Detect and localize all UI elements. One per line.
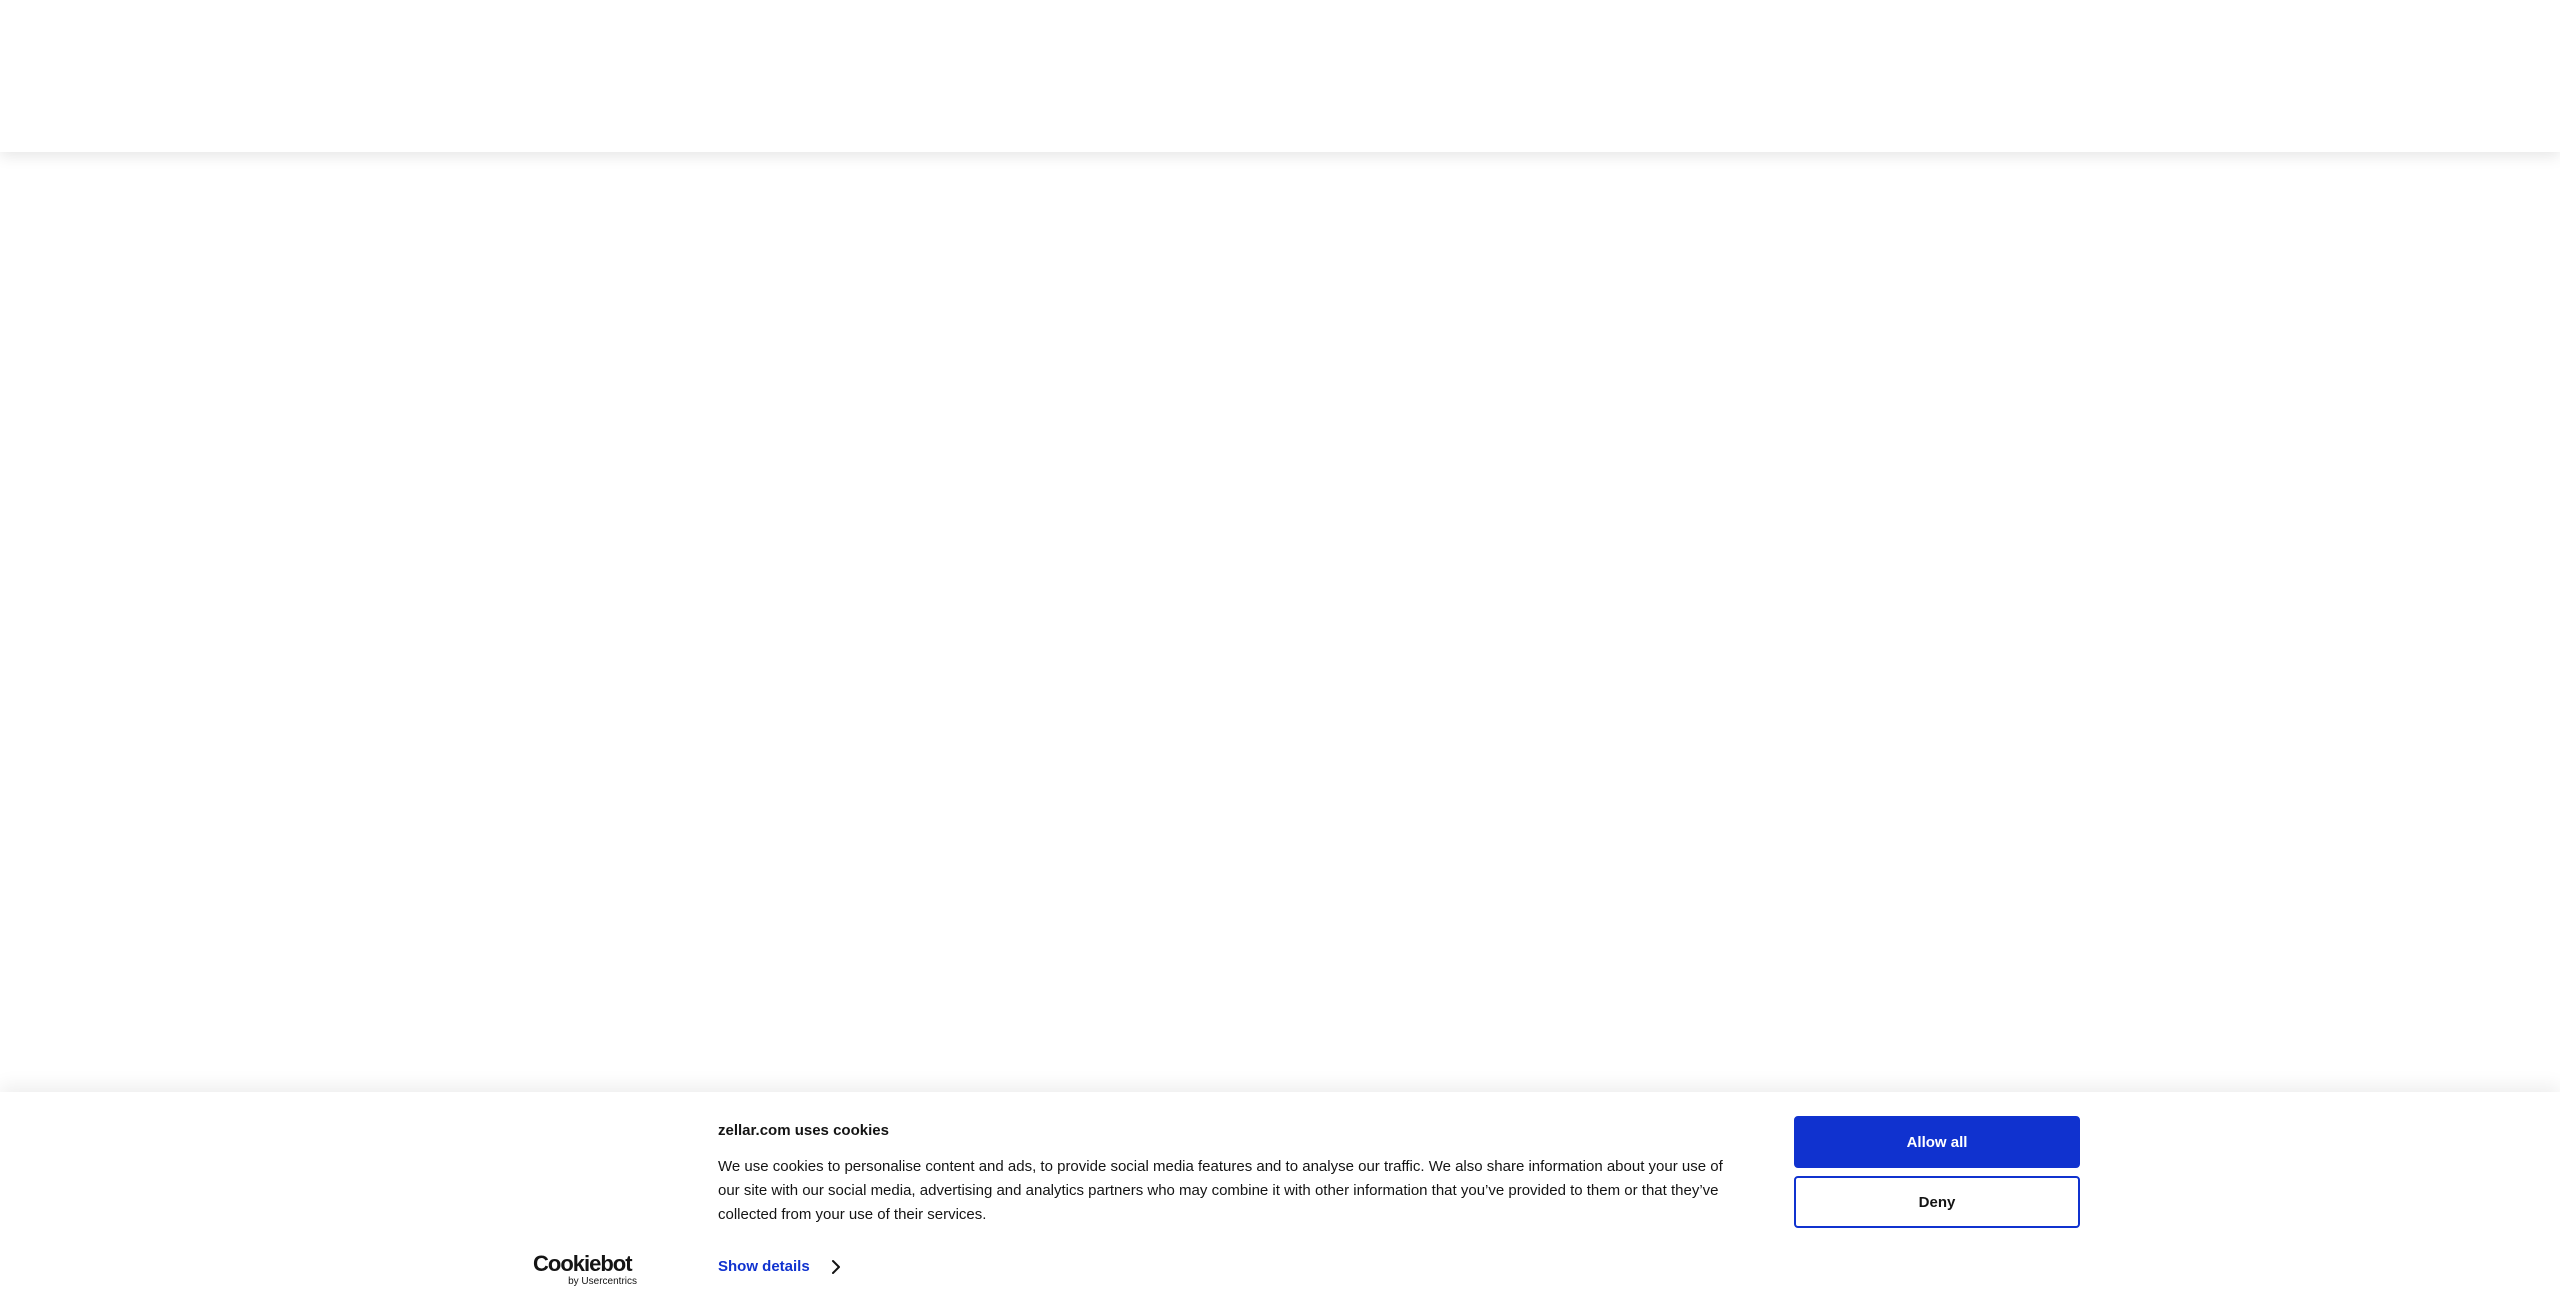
cookiebot-logo-brand: Cookiebot	[533, 1251, 633, 1276]
site-header	[0, 0, 2560, 152]
deny-button[interactable]: Deny	[1794, 1176, 2080, 1228]
show-details-label: Show details	[718, 1258, 810, 1275]
cookie-text-block: zellar.com uses cookies We use cookies t…	[718, 1122, 1738, 1227]
cookiebot-logo[interactable]: Cookiebot by Usercentrics	[533, 1251, 637, 1288]
page-content	[0, 152, 2560, 1092]
cookie-title: zellar.com uses cookies	[718, 1122, 889, 1139]
allow-all-button[interactable]: Allow all	[1794, 1116, 2080, 1168]
cookie-consent-banner: Cookiebot by Usercentrics zellar.com use…	[0, 1092, 2560, 1307]
chevron-right-icon	[828, 1259, 844, 1275]
cookiebot-logo-subtitle: by Usercentrics	[568, 1276, 637, 1287]
show-details-link[interactable]: Show details	[718, 1258, 844, 1275]
cookie-description: We use cookies to personalise content an…	[718, 1158, 1723, 1223]
